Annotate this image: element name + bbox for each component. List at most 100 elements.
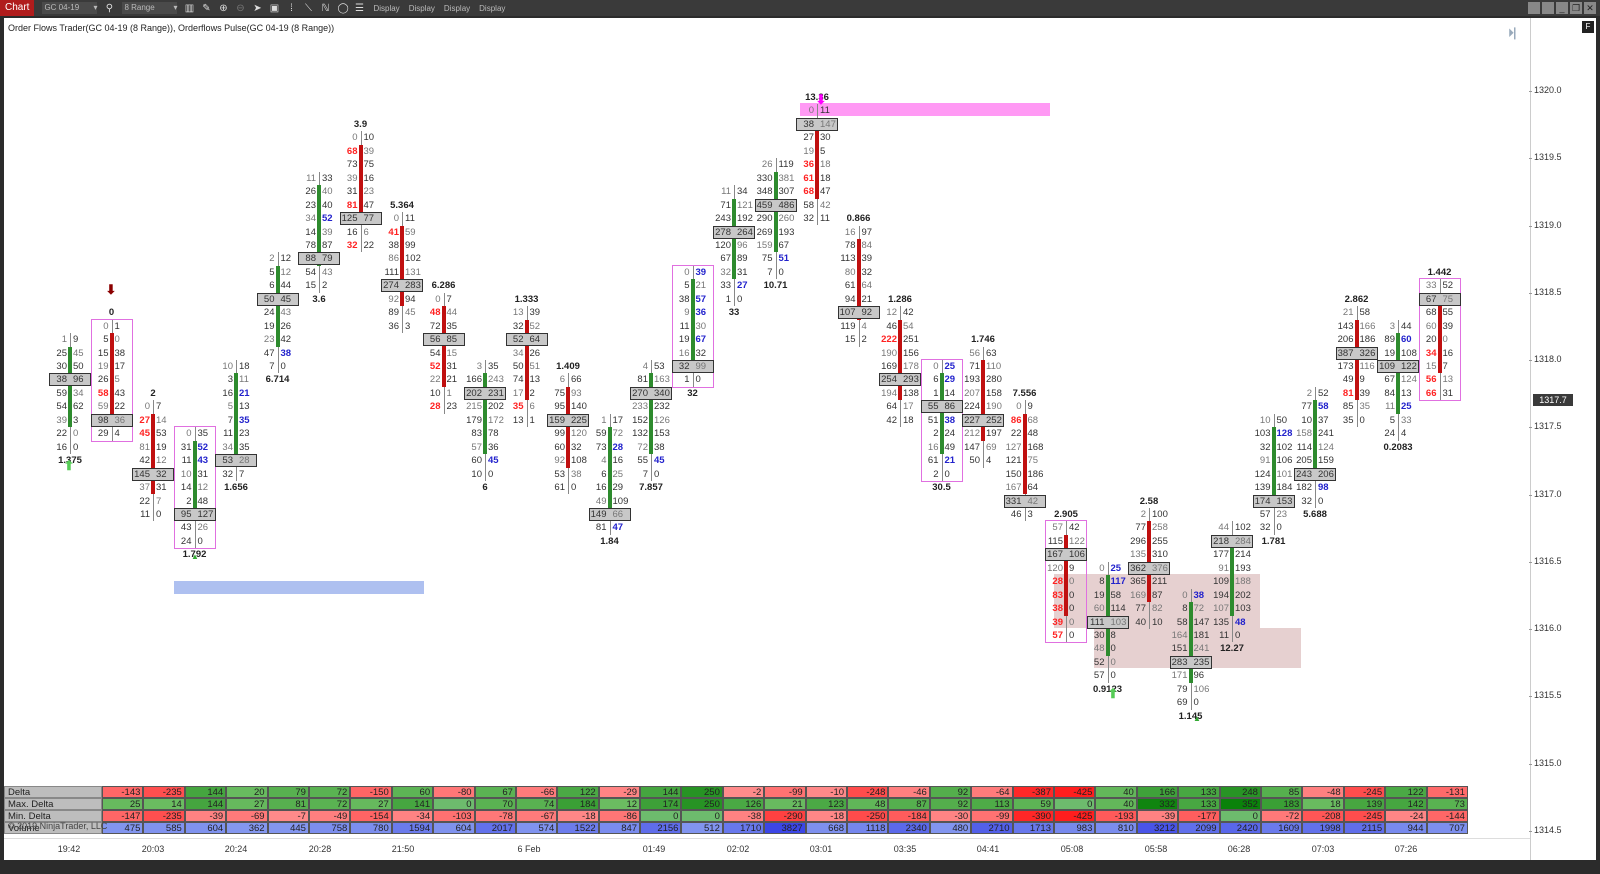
- bar-ratio-label: 2.862: [1344, 293, 1369, 305]
- stats-cell: 707: [1426, 822, 1468, 834]
- display-button-3[interactable]: Display: [444, 4, 470, 13]
- drawing-tools-icon[interactable]: ⟍: [303, 3, 313, 14]
- bar-ratio-label: 6.286: [431, 280, 456, 292]
- ask-volume: 202: [488, 401, 504, 413]
- stats-cell: 144: [640, 786, 682, 798]
- ask-volume: 93: [571, 387, 582, 399]
- price-tick-label: 1315.5: [1529, 690, 1562, 701]
- instrument-select[interactable]: GC 04-19 ▾: [42, 2, 98, 14]
- bid-volume: 89: [1384, 334, 1395, 346]
- ask-volume: 19: [156, 441, 167, 453]
- bid-volume: 159: [549, 414, 565, 426]
- ask-volume: 75: [1027, 455, 1039, 467]
- bid-volume: 348: [756, 186, 773, 198]
- ask-volume: 45: [405, 307, 416, 319]
- bid-volume: 74: [512, 374, 524, 386]
- bid-volume: 66: [1425, 387, 1437, 399]
- indicators-icon[interactable]: ℕ: [320, 3, 330, 14]
- bid-volume: 77: [1135, 522, 1146, 534]
- bid-volume: 32: [1301, 495, 1312, 507]
- close-button[interactable]: ✕: [1584, 2, 1596, 14]
- bars-icon[interactable]: ▥: [184, 3, 194, 14]
- properties-icon[interactable]: ◯: [337, 3, 348, 14]
- pointer-icon[interactable]: ➤: [252, 3, 262, 14]
- stats-cell: -34: [391, 810, 434, 822]
- restore-button[interactable]: ❐: [1570, 2, 1582, 14]
- f-badge[interactable]: F: [1582, 21, 1594, 33]
- bid-volume: 365: [1130, 576, 1146, 588]
- bid-volume: 19: [1384, 347, 1395, 359]
- stats-cell: 2156: [640, 822, 682, 834]
- stats-cell: 70: [474, 798, 516, 810]
- ask-volume: 35: [239, 414, 250, 426]
- ask-volume: 235: [1193, 656, 1210, 668]
- bid-volume: 16: [595, 482, 607, 494]
- minimize-button[interactable]: _: [1556, 2, 1568, 14]
- bar-ratio-label: 6.714: [265, 374, 290, 386]
- display-button-4[interactable]: Display: [479, 4, 505, 13]
- ask-volume: 4: [114, 428, 120, 440]
- stats-cell: 512: [681, 822, 723, 834]
- ask-volume: 87: [322, 239, 333, 251]
- bar-ratio-label: 1.286: [888, 293, 912, 305]
- bid-volume: 125: [341, 213, 358, 225]
- bid-volume: 54: [305, 266, 316, 278]
- ask-volume: 166: [1359, 320, 1376, 332]
- bid-volume: 57: [471, 441, 482, 453]
- bar-type-select[interactable]: 8 Range ▾: [122, 2, 178, 14]
- ask-volume: 26: [280, 320, 292, 332]
- strategies-icon[interactable]: ⁞: [286, 3, 296, 14]
- ask-volume: 75: [1442, 293, 1454, 305]
- tile-button[interactable]: [1528, 2, 1540, 14]
- bid-volume: 86: [388, 253, 399, 265]
- ask-volume: 0: [1110, 643, 1116, 655]
- zoom-out-icon[interactable]: ⊖: [235, 3, 245, 14]
- ask-volume: 21: [239, 387, 250, 399]
- ask-volume: 64: [861, 280, 873, 292]
- time-label: 19:42: [57, 844, 81, 854]
- bar-ratio-label: 12.27: [1220, 643, 1244, 655]
- ask-volume: 25: [944, 361, 956, 372]
- ask-volume: 18: [820, 172, 831, 184]
- list-icon[interactable]: ☰: [354, 3, 364, 14]
- chart-tab[interactable]: Chart: [0, 0, 35, 16]
- bid-volume: 19: [803, 145, 814, 157]
- ask-volume: 54: [903, 320, 914, 332]
- ask-volume: 214: [1235, 549, 1251, 561]
- bid-volume: 89: [388, 307, 399, 319]
- stats-cell: 18: [1302, 798, 1344, 810]
- bid-volume: 8: [1099, 576, 1105, 588]
- ask-volume: 17: [612, 414, 624, 426]
- ask-volume: 72: [1193, 603, 1205, 615]
- data-box-icon[interactable]: ▣: [269, 3, 279, 14]
- bid-volume: 459: [756, 199, 773, 211]
- scroll-to-end-icon[interactable]: ⏵▏: [1508, 26, 1526, 41]
- ask-volume: 85: [446, 334, 458, 346]
- zoom-in-icon[interactable]: ⊕: [218, 3, 228, 14]
- bid-volume: 22: [56, 428, 67, 440]
- stats-row: Min. Delta -147 -235 -39 -69 -7 -49 -154 -34 -103…: [4, 810, 1468, 822]
- bid-volume: 120: [715, 239, 731, 251]
- time-label: 6 Feb: [517, 844, 541, 854]
- display-button-1[interactable]: Display: [373, 4, 399, 13]
- bid-volume: 28: [429, 401, 441, 413]
- bar-ratio-label: 30.5: [932, 482, 951, 494]
- bid-volume: 5: [684, 280, 690, 292]
- display-button-2[interactable]: Display: [409, 4, 435, 13]
- bid-volume: 67: [1425, 293, 1437, 305]
- tile-button-2[interactable]: [1542, 2, 1554, 14]
- bid-volume: 83: [471, 428, 482, 440]
- stats-cell: -425: [1053, 810, 1096, 822]
- time-axis[interactable]: 19:42 20:03 20:24 20:28 21:50 6 Feb 01:49 02:02…: [4, 838, 1530, 858]
- bid-volume: 10: [180, 468, 192, 480]
- ask-volume: 100: [1152, 508, 1168, 520]
- price-axis[interactable]: [1530, 18, 1596, 860]
- bar-ratio-label: 0.866: [846, 213, 871, 225]
- ask-volume: 18: [903, 414, 914, 426]
- search-icon[interactable]: ⚲: [104, 3, 114, 14]
- ask-volume: 310: [1152, 549, 1168, 561]
- pencil-icon[interactable]: ✎: [201, 3, 211, 14]
- bar-ratio-label: 0.2083: [1383, 441, 1413, 453]
- ask-volume: 126: [654, 414, 670, 426]
- ask-volume: 225: [571, 414, 587, 426]
